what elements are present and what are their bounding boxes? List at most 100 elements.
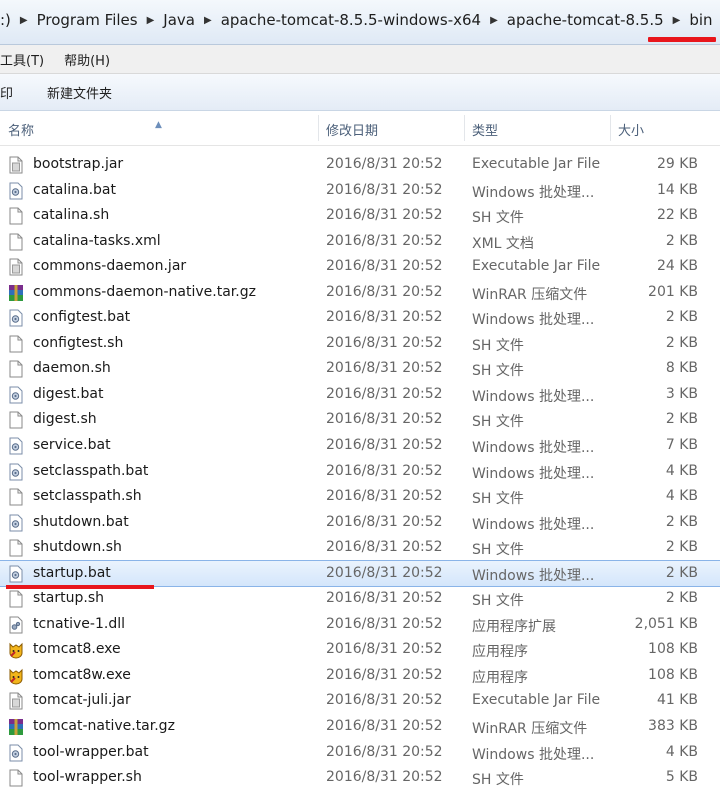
file-name: catalina.sh	[33, 207, 110, 224]
column-name[interactable]: 名称	[8, 120, 34, 139]
file-row[interactable]: startup.bat 2016/8/31 20:52 Windows 批处理...…	[0, 559, 720, 588]
file-type: Executable Jar File	[472, 692, 601, 709]
file-type: Windows 批处理...	[472, 746, 595, 763]
file-size: 4 KB	[665, 462, 698, 479]
address-bar[interactable]: :) ▶ Program Files ▶ Java ▶ apache-tomca…	[0, 0, 720, 45]
new-folder-button[interactable]: 新建文件夹	[47, 83, 112, 102]
file-type: WinRAR 压缩文件	[472, 286, 588, 303]
file-row[interactable]: catalina.sh 2016/8/31 20:52 SH 文件 22 KB	[0, 203, 720, 229]
file-row[interactable]: configtest.bat 2016/8/31 20:52 Windows 批处理…	[0, 305, 720, 331]
file-name: commons-daemon-native.tar.gz	[33, 283, 256, 300]
file-row[interactable]: daemon.sh 2016/8/31 20:52 SH 文件 8 KB	[0, 356, 720, 382]
breadcrumb-tomcat-windows[interactable]: apache-tomcat-8.5.5-windows-x64	[215, 11, 487, 29]
file-name: tomcat-native.tar.gz	[33, 718, 175, 735]
menu-help[interactable]: 帮助(H)	[64, 50, 110, 69]
file-size: 2,051 KB	[634, 615, 698, 632]
breadcrumb: :) ▶ Program Files ▶ Java ▶ apache-tomca…	[0, 0, 719, 40]
file-date: 2016/8/31 20:52	[326, 743, 443, 760]
file-row[interactable]: tool-wrapper.sh 2016/8/31 20:52 SH 文件 5 KB	[0, 765, 720, 791]
winrar-icon	[8, 718, 24, 736]
toolbar: 印 新建文件夹	[0, 74, 720, 111]
file-size: 2 KB	[665, 513, 698, 530]
column-size[interactable]: 大小	[618, 120, 644, 139]
file-type: Executable Jar File	[472, 258, 601, 275]
file-type: SH 文件	[472, 593, 524, 610]
file-row[interactable]: bootstrap.jar 2016/8/31 20:52 Executable J…	[0, 152, 720, 178]
file-icon	[8, 590, 24, 608]
file-name: commons-daemon.jar	[33, 258, 187, 275]
file-size: 2 KB	[665, 232, 698, 249]
bat-icon	[8, 463, 24, 481]
file-row[interactable]: tomcat8w.exe 2016/8/31 20:52 应用程序 108 KB	[0, 663, 720, 689]
file-row[interactable]: catalina.bat 2016/8/31 20:52 Windows 批处理..…	[0, 178, 720, 204]
file-type: SH 文件	[472, 542, 524, 559]
menu-tools[interactable]: 工具(T)	[0, 50, 44, 69]
chevron-right-icon[interactable]: ▶	[670, 15, 684, 26]
file-name: shutdown.sh	[33, 539, 122, 556]
file-name: tomcat8w.exe	[33, 666, 131, 683]
file-size: 22 KB	[656, 207, 698, 224]
file-row[interactable]: setclasspath.sh 2016/8/31 20:52 SH 文件 4 KB	[0, 484, 720, 510]
column-date[interactable]: 修改日期	[326, 120, 378, 139]
breadcrumb-tomcat[interactable]: apache-tomcat-8.5.5	[501, 11, 670, 29]
file-size: 29 KB	[656, 156, 698, 172]
file-row[interactable]: digest.sh 2016/8/31 20:52 SH 文件 2 KB	[0, 407, 720, 433]
file-size: 5 KB	[665, 769, 698, 786]
file-row[interactable]: catalina-tasks.xml 2016/8/31 20:52 XML 文档 2…	[0, 229, 720, 255]
file-size: 201 KB	[648, 283, 698, 300]
chevron-right-icon[interactable]: ▶	[201, 15, 215, 26]
file-row[interactable]: shutdown.bat 2016/8/31 20:52 Windows 批处理..…	[0, 510, 720, 536]
file-row[interactable]: service.bat 2016/8/31 20:52 Windows 批处理...…	[0, 433, 720, 459]
file-date: 2016/8/31 20:52	[326, 564, 443, 581]
breadcrumb-prefix: :)	[0, 11, 11, 29]
file-type: Windows 批处理...	[472, 184, 595, 201]
file-type: SH 文件	[472, 363, 524, 380]
file-row[interactable]: startup.sh 2016/8/31 20:52 SH 文件 2 KB	[0, 586, 720, 612]
breadcrumb-bin[interactable]: bin	[683, 11, 718, 29]
file-row[interactable]: tomcat-native.tar.gz 2016/8/31 20:52 WinRA…	[0, 714, 720, 740]
file-name: digest.bat	[33, 385, 104, 402]
file-date: 2016/8/31 20:52	[326, 181, 443, 198]
bat-icon	[8, 565, 24, 583]
column-divider[interactable]	[610, 115, 611, 141]
jar-icon	[8, 258, 24, 276]
file-row[interactable]: tcnative-1.dll 2016/8/31 20:52 应用程序扩展 2,051…	[0, 612, 720, 638]
file-row[interactable]: commons-daemon-native.tar.gz 2016/8/31 20…	[0, 280, 720, 306]
breadcrumb-program-files[interactable]: Program Files	[31, 11, 144, 29]
file-row[interactable]: tomcat8.exe 2016/8/31 20:52 应用程序 108 KB	[0, 637, 720, 663]
breadcrumb-java[interactable]: Java	[157, 11, 201, 29]
column-divider[interactable]	[464, 115, 465, 141]
file-list: bootstrap.jar 2016/8/31 20:52 Executable J…	[0, 152, 720, 791]
file-name: daemon.sh	[33, 360, 111, 377]
column-type[interactable]: 类型	[472, 120, 498, 139]
file-size: 8 KB	[665, 360, 698, 377]
file-date: 2016/8/31 20:52	[326, 334, 443, 351]
file-date: 2016/8/31 20:52	[326, 258, 443, 275]
file-row[interactable]: digest.bat 2016/8/31 20:52 Windows 批处理... 3…	[0, 382, 720, 408]
file-row[interactable]: configtest.sh 2016/8/31 20:52 SH 文件 2 KB	[0, 331, 720, 357]
chevron-right-icon[interactable]: ▶	[144, 15, 158, 26]
chevron-right-icon[interactable]: ▶	[17, 15, 31, 26]
file-size: 3 KB	[665, 385, 698, 402]
file-icon	[8, 335, 24, 353]
file-date: 2016/8/31 20:52	[326, 590, 443, 607]
file-row[interactable]: commons-daemon.jar 2016/8/31 20:52 Executa…	[0, 254, 720, 280]
file-size: 14 KB	[656, 181, 698, 198]
file-name: setclasspath.sh	[33, 488, 142, 505]
file-row[interactable]: shutdown.sh 2016/8/31 20:52 SH 文件 2 KB	[0, 535, 720, 561]
file-date: 2016/8/31 20:52	[326, 513, 443, 530]
column-header: ▲ 名称 修改日期 类型 大小	[0, 111, 720, 146]
chevron-right-icon[interactable]: ▶	[487, 15, 501, 26]
file-date: 2016/8/31 20:52	[326, 232, 443, 249]
file-type: SH 文件	[472, 210, 524, 227]
file-row[interactable]: setclasspath.bat 2016/8/31 20:52 Windows 批…	[0, 459, 720, 485]
file-date: 2016/8/31 20:52	[326, 615, 443, 632]
toolbar-print-button[interactable]: 印	[0, 83, 13, 102]
file-icon	[8, 207, 24, 225]
file-size: 7 KB	[665, 437, 698, 454]
sort-up-icon: ▲	[155, 120, 162, 130]
file-date: 2016/8/31 20:52	[326, 641, 443, 658]
file-row[interactable]: tomcat-juli.jar 2016/8/31 20:52 Executable…	[0, 688, 720, 714]
file-row[interactable]: tool-wrapper.bat 2016/8/31 20:52 Windows 批…	[0, 740, 720, 766]
column-divider[interactable]	[318, 115, 319, 141]
